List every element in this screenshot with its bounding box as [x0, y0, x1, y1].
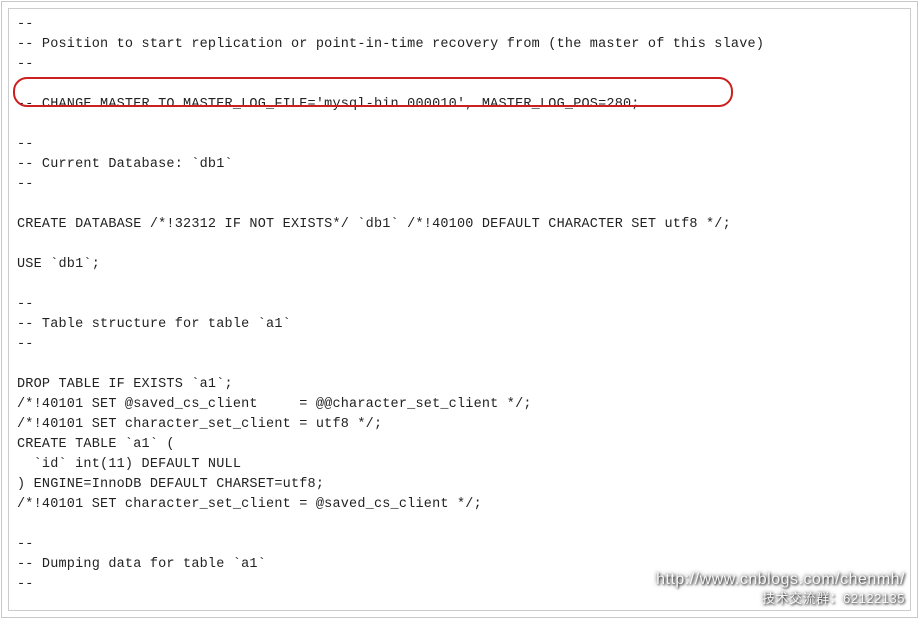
code-line: --	[17, 137, 34, 152]
code-line: -- Current Database: `db1`	[17, 157, 233, 172]
code-line: --	[17, 297, 34, 312]
code-line: /*!40101 SET character_set_client = utf8…	[17, 417, 382, 432]
watermark-url: http://www.cnblogs.com/chenmh/	[656, 571, 905, 589]
code-line: ) ENGINE=InnoDB DEFAULT CHARSET=utf8;	[17, 477, 324, 492]
code-line: --	[17, 337, 34, 352]
code-line: --	[17, 17, 34, 32]
watermark-group: 技术交流群：62122135	[762, 588, 905, 607]
code-line: `id` int(11) DEFAULT NULL	[17, 457, 241, 472]
code-block: -- -- Position to start replication or p…	[9, 9, 910, 611]
outer-frame: -- -- Position to start replication or p…	[1, 1, 918, 618]
code-line: -- Table structure for table `a1`	[17, 317, 291, 332]
code-line: /*!40101 SET @saved_cs_client = @@charac…	[17, 397, 532, 412]
code-line: /*!40101 SET character_set_client = @sav…	[17, 497, 482, 512]
code-line: CREATE TABLE `a1` (	[17, 437, 175, 452]
code-line: --	[17, 537, 34, 552]
code-line-highlighted: -- CHANGE MASTER TO MASTER_LOG_FILE='mys…	[17, 97, 640, 112]
code-line: -- Position to start replication or poin…	[17, 37, 764, 52]
code-line: DROP TABLE IF EXISTS `a1`;	[17, 377, 233, 392]
code-line: USE `db1`;	[17, 257, 100, 272]
code-line: -- Dumping data for table `a1`	[17, 557, 266, 572]
code-line: --	[17, 577, 34, 592]
code-line: --	[17, 177, 34, 192]
code-container: -- -- Position to start replication or p…	[8, 8, 911, 611]
code-line: CREATE DATABASE /*!32312 IF NOT EXISTS*/…	[17, 217, 731, 232]
code-line: --	[17, 57, 34, 72]
